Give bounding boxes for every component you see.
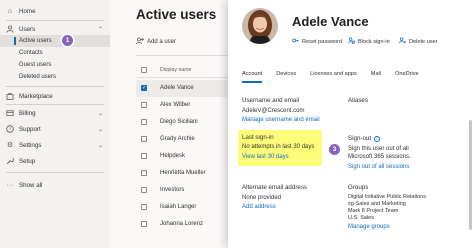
avatar	[242, 8, 278, 44]
signout-text: Sign this user out of all	[348, 146, 409, 152]
nav-guest-users[interactable]: Guest users	[0, 59, 110, 71]
alternate-email-value: None provided	[242, 195, 282, 201]
user-name[interactable]: Isaiah Langer	[160, 204, 196, 210]
scrollbar[interactable]	[469, 120, 472, 230]
user-detail-panel: Adele Vance Reset password Block sign-in…	[228, 0, 474, 248]
delete-user-icon	[399, 37, 406, 46]
group-item: sg-Sales and Marketing	[348, 201, 406, 207]
add-user-icon	[136, 37, 144, 47]
last-signin-heading: Last sign-in	[242, 134, 274, 141]
card-icon	[6, 109, 14, 117]
key-icon	[292, 37, 299, 46]
nav-marketplace[interactable]: Marketplace	[0, 89, 110, 103]
aliases-heading: Aliases	[348, 97, 368, 104]
view-last-30-days-link[interactable]: View last 30 days	[242, 154, 289, 160]
nav-contacts[interactable]: Contacts	[0, 47, 110, 59]
username-value: AdeleV@Crescent.com	[242, 108, 305, 114]
nav-divider	[6, 172, 104, 173]
help-icon: ?	[6, 125, 14, 133]
column-header-display-name[interactable]: Display name	[160, 67, 191, 73]
add-user-button[interactable]: Add a user	[136, 37, 176, 47]
gear-icon: ⚙	[6, 142, 14, 149]
sign-out-all-sessions-link[interactable]: Sign out of all sessions	[348, 164, 409, 170]
alternate-email-heading: Alternate email address	[242, 184, 308, 191]
nav-divider	[6, 20, 104, 21]
groups-heading: Groups	[348, 184, 369, 191]
row-checkbox[interactable]	[141, 221, 147, 227]
group-item: Mark 8 Project Team	[348, 208, 399, 214]
username-heading: Username and email	[242, 97, 300, 104]
user-name[interactable]: Adele Vance	[160, 85, 194, 91]
step-badge-3: 3	[329, 144, 340, 155]
row-checkbox[interactable]	[141, 136, 147, 142]
list-divider	[136, 77, 228, 78]
user-name[interactable]: Diego Siciliani	[160, 119, 198, 125]
row-checkbox[interactable]	[141, 204, 147, 210]
manage-groups-link[interactable]: Manage groups	[348, 224, 390, 230]
nav-active-users[interactable]: Active users	[0, 35, 110, 47]
block-user-icon	[348, 37, 356, 46]
user-name[interactable]: Helpdesk	[160, 153, 185, 159]
manage-username-link[interactable]: Manage username and email	[242, 117, 320, 123]
page-title: Active users	[136, 7, 217, 22]
signout-heading: Sign-out i	[348, 135, 381, 142]
tab-onedrive[interactable]: OneDrive	[395, 71, 433, 77]
nav-support[interactable]: ? Support ⌄	[0, 122, 110, 136]
nav-home[interactable]: ⌂ Home	[0, 4, 110, 18]
user-name[interactable]: Grady Archie	[160, 136, 195, 142]
tab-licenses-and-apps[interactable]: Licenses and apps	[310, 71, 371, 77]
list-divider	[136, 55, 228, 56]
nav-setup[interactable]: Setup	[0, 154, 110, 168]
row-checkbox[interactable]	[141, 153, 147, 159]
user-name[interactable]: Henrietta Mueller	[160, 170, 206, 176]
user-icon	[6, 25, 14, 33]
step-badge-1: 1	[62, 35, 73, 46]
more-icon: ···	[6, 181, 14, 189]
row-checkbox[interactable]: ✓	[141, 85, 147, 91]
row-checkbox[interactable]	[141, 102, 147, 108]
bag-icon	[6, 92, 14, 100]
block-sign-in-button[interactable]: Block sign-in	[348, 37, 390, 46]
svg-text:?: ?	[9, 127, 12, 132]
user-name[interactable]: Alex Wilber	[160, 102, 190, 108]
last-signin-value: No attempts in last 30 days	[242, 144, 315, 150]
left-nav: ⌂ Home Users ⌃ Active users Contacts Gue…	[0, 0, 110, 248]
chevron-down-icon: ⌄	[98, 126, 104, 133]
nav-deleted-users[interactable]: Deleted users	[0, 71, 110, 83]
row-checkbox[interactable]	[141, 119, 147, 125]
home-icon: ⌂	[7, 7, 13, 15]
group-item: Digital Initiative Public Relations	[348, 194, 426, 200]
row-checkbox[interactable]	[141, 170, 147, 176]
wrench-icon	[6, 157, 14, 165]
user-display-name: Adele Vance	[292, 14, 369, 29]
tab-devices[interactable]: Devices	[276, 71, 310, 77]
tab-mail[interactable]: Mail	[371, 71, 395, 77]
group-item: U.S. Sales	[348, 215, 374, 221]
detail-tabs: Account Devices Licenses and apps Mail O…	[242, 71, 433, 83]
delete-user-button[interactable]: Delete user	[399, 37, 438, 46]
chevron-up-icon: ⌃	[98, 26, 104, 33]
tab-account[interactable]: Account	[242, 71, 276, 83]
users-list-pane: Active users Add a user Display name ✓ A…	[110, 0, 228, 248]
chevron-down-icon: ⌄	[98, 110, 104, 117]
user-name[interactable]: Johanna Lorenz	[160, 221, 203, 227]
add-address-link[interactable]: Add address	[242, 204, 276, 210]
row-checkbox[interactable]	[141, 187, 147, 193]
nav-billing[interactable]: Billing ⌄	[0, 106, 110, 120]
select-all-checkbox[interactable]	[141, 67, 147, 73]
nav-divider	[6, 104, 104, 105]
user-name[interactable]: Investors	[160, 187, 184, 193]
signout-text: Microsoft 365 sessions.	[348, 154, 411, 160]
nav-users[interactable]: Users ⌃	[0, 22, 110, 36]
chevron-down-icon: ⌄	[98, 142, 104, 149]
nav-divider	[6, 86, 104, 87]
reset-password-button[interactable]: Reset password	[292, 37, 342, 46]
nav-settings[interactable]: ⚙ Settings ⌄	[0, 138, 110, 152]
info-icon[interactable]: i	[374, 135, 381, 142]
nav-show-all[interactable]: ··· Show all	[0, 178, 110, 192]
